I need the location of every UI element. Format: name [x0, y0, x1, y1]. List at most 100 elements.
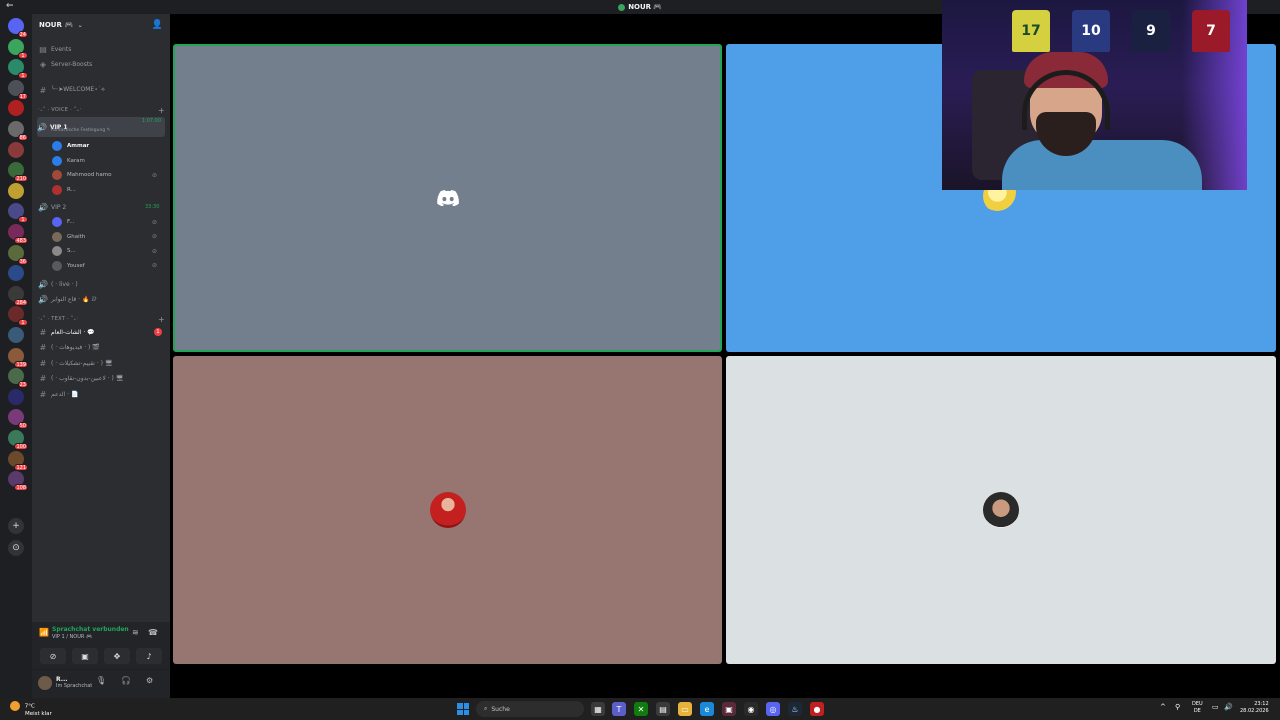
unread-badge: 108: [14, 484, 28, 492]
server-name-suffix: 🎮: [64, 21, 74, 29]
server-header[interactable]: NOUR 🎮 ⌄ 👤: [32, 14, 170, 36]
server-icon[interactable]: 284: [8, 285, 28, 306]
camera-toggle-button[interactable]: ⊘: [40, 648, 66, 664]
server-icon[interactable]: [8, 327, 24, 343]
server-icon[interactable]: 483: [8, 224, 28, 244]
sidebar-item-events[interactable]: ▤ Events: [38, 43, 71, 55]
voice-channel-live[interactable]: 🔊 ( · live · ): [38, 278, 78, 290]
avatar[interactable]: [38, 676, 52, 690]
app-icon[interactable]: ▣: [722, 702, 736, 716]
volume-icon[interactable]: 🔊: [1224, 703, 1233, 711]
search-placeholder: Suche: [491, 705, 510, 713]
file-explorer-icon[interactable]: ▭: [678, 702, 692, 716]
voice-member[interactable]: Yousef ⊘: [52, 260, 157, 272]
server-icon[interactable]: 139: [8, 347, 28, 368]
chevron-up-icon[interactable]: ^: [1160, 703, 1166, 711]
server-icon[interactable]: [8, 100, 24, 117]
discover-icon[interactable]: ⊙: [8, 540, 24, 556]
voice-member[interactable]: Mahmood hamo ⊘: [52, 169, 157, 181]
voice-member[interactable]: Ammar: [52, 140, 89, 152]
voice-channel-vip2[interactable]: 🔊 VIP 2: [38, 201, 66, 213]
add-channel-icon[interactable]: +: [158, 315, 165, 324]
text-channel[interactable]: # ( · تقييم-تشكيلات · ) 🖥: [38, 357, 166, 369]
activities-button[interactable]: ✥: [104, 648, 130, 664]
server-icon[interactable]: 1: [8, 203, 28, 224]
text-channel[interactable]: # ( · فيديوهات · ) 🎬: [38, 342, 166, 354]
voice-member[interactable]: F... ⊘: [52, 216, 157, 228]
language-indicator[interactable]: DEU DE: [1192, 701, 1203, 715]
participant-tile[interactable]: [173, 356, 722, 664]
member-name: Yousef: [67, 262, 85, 269]
server-icon[interactable]: 36: [8, 244, 28, 265]
weather-widget[interactable]: 7°C Meist klar: [10, 701, 52, 717]
server-icon[interactable]: 121: [8, 450, 28, 471]
participant-tile[interactable]: [726, 356, 1276, 664]
back-arrow-icon[interactable]: ←: [6, 1, 14, 11]
search-box[interactable]: ⌕ Suche: [476, 701, 584, 717]
add-channel-icon[interactable]: +: [158, 106, 165, 115]
voice-channel-vip1[interactable]: 🔊 VIP 1 1:07:00 Fantastische Festlegung …: [37, 117, 165, 137]
category-voice[interactable]: ‧₊˚ ⋅ VOICE ⋅ ˚₊‧ +: [38, 104, 166, 116]
server-icon[interactable]: 1: [8, 306, 28, 327]
server-icon[interactable]: 108: [8, 471, 28, 492]
channel-welcome[interactable]: # ╰┈➤WELCOME⋆˙⟡: [38, 84, 105, 96]
disconnect-icon[interactable]: ☎: [148, 628, 158, 637]
server-icon[interactable]: 17: [8, 79, 28, 100]
user-name[interactable]: R...: [56, 676, 68, 683]
obs-icon[interactable]: ●: [810, 702, 824, 716]
channel-name: الدعم · 📄: [51, 390, 79, 398]
soundboard-button[interactable]: ♪: [136, 648, 162, 664]
invite-people-icon[interactable]: 👤: [152, 20, 163, 30]
jersey: 10: [1072, 10, 1110, 52]
tray-app-icon[interactable]: ⚲: [1175, 703, 1180, 711]
server-icon[interactable]: 1: [8, 38, 28, 59]
voice-member[interactable]: Ghaith ⊘: [52, 231, 157, 243]
task-view-icon[interactable]: ▦: [591, 702, 605, 716]
start-button[interactable]: [457, 703, 469, 715]
chrome-icon[interactable]: ◉: [744, 702, 758, 716]
server-icon[interactable]: 100: [8, 430, 28, 450]
streamer-webcam: 17 10 9 7: [942, 0, 1247, 190]
voice-connected-status[interactable]: Sprachchat verbunden: [52, 626, 129, 633]
voice-member[interactable]: S... ⊘: [52, 245, 157, 257]
avatar: [52, 217, 62, 227]
text-channel[interactable]: # الدعم · 📄: [38, 388, 166, 400]
server-icon[interactable]: [8, 141, 24, 158]
server-icon[interactable]: 210: [8, 162, 28, 183]
calendar-icon: ▤: [39, 44, 47, 54]
server-icon[interactable]: 24: [8, 18, 28, 38]
server-icon[interactable]: 50: [8, 409, 28, 430]
text-channel[interactable]: # ( · لاعبين-بدون-نقاوب · ) 🖥: [38, 373, 166, 385]
server-icon[interactable]: 86: [8, 121, 28, 141]
xbox-icon[interactable]: ✕: [634, 702, 648, 716]
microphone-icon[interactable]: 🎙: [96, 676, 106, 685]
screen-share-button[interactable]: ▣: [72, 648, 98, 664]
noise-suppression-icon[interactable]: ≋: [132, 628, 139, 637]
text-channel[interactable]: # الشات-العام · 💬 1: [38, 326, 166, 338]
avatar: [983, 492, 1019, 528]
sidebar-item-server-boosts[interactable]: ◈ Server-Boosts: [38, 58, 92, 70]
category-text[interactable]: ‧₊˚ ⋅ TEXT ⋅ ˚₊‧ +: [38, 313, 166, 325]
store-icon[interactable]: ▤: [656, 702, 670, 716]
steam-icon[interactable]: ♨: [788, 702, 802, 716]
participant-tile[interactable]: [173, 44, 722, 352]
headphones-icon[interactable]: 🎧: [121, 676, 131, 685]
server-icon[interactable]: [8, 388, 24, 405]
server-icon[interactable]: [8, 182, 24, 199]
voice-member[interactable]: Karam: [52, 155, 85, 167]
server-icon[interactable]: [8, 265, 24, 282]
voice-channel-extra[interactable]: 🔊 قاع النوابر · 🔥 ⅅ: [38, 293, 96, 305]
signal-icon[interactable]: 📶: [39, 628, 49, 637]
teams-icon[interactable]: T: [612, 702, 626, 716]
gear-icon[interactable]: ⚙: [146, 676, 153, 685]
edge-icon[interactable]: e: [700, 702, 714, 716]
voice-member[interactable]: R...: [52, 184, 76, 196]
discord-app-icon[interactable]: ◎: [766, 702, 780, 716]
server-icon[interactable]: 23: [8, 368, 28, 389]
network-icon[interactable]: ▭: [1212, 703, 1219, 711]
add-server-icon[interactable]: +: [8, 518, 24, 534]
voice-connected-channel[interactable]: VIP 1 / NOUR 🎮: [52, 634, 92, 640]
hashtag-icon: #: [39, 343, 47, 352]
clock[interactable]: 23:12 28.02.2026: [1240, 701, 1269, 715]
server-icon[interactable]: 1: [8, 59, 28, 80]
